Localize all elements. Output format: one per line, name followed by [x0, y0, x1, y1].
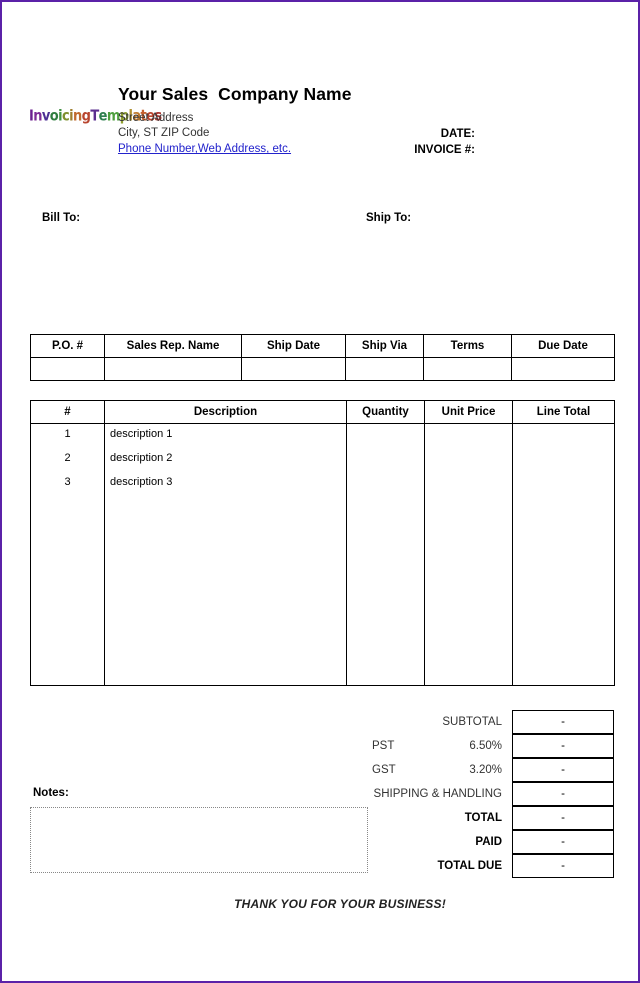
order-info-value-row — [30, 357, 615, 381]
line-items-header-row: # Description Quantity Unit Price Line T… — [30, 400, 615, 424]
totals-row-shipping: SHIPPING & HANDLING - — [342, 781, 614, 806]
company-contact-link[interactable]: Phone Number,Web Address, etc. — [118, 143, 291, 155]
cell-unit-price[interactable] — [424, 447, 513, 472]
paid-value[interactable]: - — [512, 829, 614, 854]
paid-label-text: PAID — [475, 836, 502, 848]
cell-line-total-empty — [512, 495, 615, 686]
cell-line-number: 1 — [30, 423, 105, 448]
col-description: Description — [104, 400, 347, 424]
col-sales-rep-name: Sales Rep. Name — [104, 334, 242, 358]
cell-description-empty[interactable] — [104, 495, 347, 686]
company-address-line-1: Street Address — [118, 112, 194, 124]
table-row: 2 description 2 — [30, 447, 615, 472]
table-row: 3 description 3 — [30, 471, 615, 496]
col-po-number: P.O. # — [30, 334, 105, 358]
totals-row-paid: PAID - — [342, 829, 614, 854]
line-items-table: # Description Quantity Unit Price Line T… — [30, 400, 615, 686]
totals-row-total: TOTAL - — [342, 805, 614, 830]
cell-description[interactable]: description 2 — [104, 447, 347, 472]
field-terms[interactable] — [423, 357, 512, 381]
line-items-empty-area[interactable] — [30, 495, 615, 686]
date-label: DATE: — [440, 128, 475, 140]
logo-letter-3: o — [49, 108, 59, 126]
col-due-date: Due Date — [511, 334, 615, 358]
field-po-number[interactable] — [30, 357, 105, 381]
logo-letter-10: e — [98, 108, 108, 126]
cell-quantity[interactable] — [346, 423, 425, 448]
company-address-line-2: City, ST ZIP Code — [118, 127, 210, 139]
subtotal-value: - — [512, 709, 614, 734]
col-line-total: Line Total — [512, 400, 615, 424]
col-ship-date: Ship Date — [241, 334, 346, 358]
shipping-handling-label: SHIPPING & HANDLING — [342, 782, 512, 806]
order-info-header-row: P.O. # Sales Rep. Name Ship Date Ship Vi… — [30, 334, 615, 358]
totals-section: SUBTOTAL - PST 6.50% - GST 3.20% - SHIPP… — [342, 709, 614, 878]
col-unit-price: Unit Price — [424, 400, 513, 424]
notes-input[interactable] — [30, 807, 368, 873]
invoice-header: InvoicingTemplates Your Sales Company Na… — [2, 2, 638, 182]
order-info-table: P.O. # Sales Rep. Name Ship Date Ship Vi… — [30, 334, 615, 381]
logo-letter-8: g — [81, 108, 91, 126]
col-line-number: # — [30, 400, 105, 424]
cell-line-total — [512, 447, 615, 472]
cell-unit-price-empty[interactable] — [424, 495, 513, 686]
cell-quantity[interactable] — [346, 471, 425, 496]
bill-to-label: Bill To: — [42, 212, 81, 224]
gst-rate[interactable]: 3.20% — [469, 764, 502, 776]
totals-row-subtotal: SUBTOTAL - — [342, 709, 614, 734]
logo-letter-5: c — [61, 108, 70, 126]
pst-name: PST — [372, 740, 395, 752]
subtotal-label: SUBTOTAL — [342, 710, 512, 734]
gst-name: GST — [372, 764, 396, 776]
field-due-date[interactable] — [511, 357, 615, 381]
total-due-value: - — [512, 853, 614, 878]
notes-label: Notes: — [33, 787, 69, 799]
gst-value: - — [512, 757, 614, 782]
cell-description[interactable]: description 1 — [104, 423, 347, 448]
company-name: Your Sales Company Name — [118, 84, 352, 104]
total-value: - — [512, 805, 614, 830]
col-terms: Terms — [423, 334, 512, 358]
pst-value: - — [512, 733, 614, 758]
pst-rate[interactable]: 6.50% — [469, 740, 502, 752]
ship-to-label: Ship To: — [366, 212, 412, 224]
field-ship-date[interactable] — [241, 357, 346, 381]
cell-line-number: 2 — [30, 447, 105, 472]
cell-unit-price[interactable] — [424, 471, 513, 496]
logo-letter-7: n — [72, 108, 82, 126]
shipping-handling-value[interactable]: - — [512, 781, 614, 806]
subtotal-label-text: SUBTOTAL — [442, 716, 502, 728]
cell-line-total — [512, 471, 615, 496]
invoice-page: InvoicingTemplates Your Sales Company Na… — [0, 0, 640, 983]
cell-line-total — [512, 423, 615, 448]
gst-label: GST 3.20% — [342, 758, 512, 782]
shipping-handling-label-text: SHIPPING & HANDLING — [373, 788, 502, 800]
logo-letter-1: n — [33, 108, 42, 126]
totals-row-pst: PST 6.50% - — [342, 733, 614, 758]
cell-description[interactable]: description 3 — [104, 471, 347, 496]
cell-quantity-empty[interactable] — [346, 495, 425, 686]
col-ship-via: Ship Via — [345, 334, 424, 358]
total-label-text: TOTAL — [464, 812, 502, 824]
totals-row-total-due: TOTAL DUE - — [342, 853, 614, 878]
pst-label: PST 6.50% — [342, 734, 512, 758]
thank-you-message: THANK YOU FOR YOUR BUSINESS! — [234, 897, 446, 911]
field-sales-rep-name[interactable] — [104, 357, 242, 381]
invoice-number-label: INVOICE #: — [414, 144, 475, 156]
cell-line-number: 3 — [30, 471, 105, 496]
cell-quantity[interactable] — [346, 447, 425, 472]
logo-letter-2: v — [41, 108, 50, 126]
total-due-label-text: TOTAL DUE — [437, 860, 502, 872]
col-quantity: Quantity — [346, 400, 425, 424]
cell-unit-price[interactable] — [424, 423, 513, 448]
table-row: 1 description 1 — [30, 423, 615, 448]
field-ship-via[interactable] — [345, 357, 424, 381]
totals-row-gst: GST 3.20% - — [342, 757, 614, 782]
logo-letter-9: T — [90, 108, 99, 126]
cell-line-number-empty — [30, 495, 105, 686]
